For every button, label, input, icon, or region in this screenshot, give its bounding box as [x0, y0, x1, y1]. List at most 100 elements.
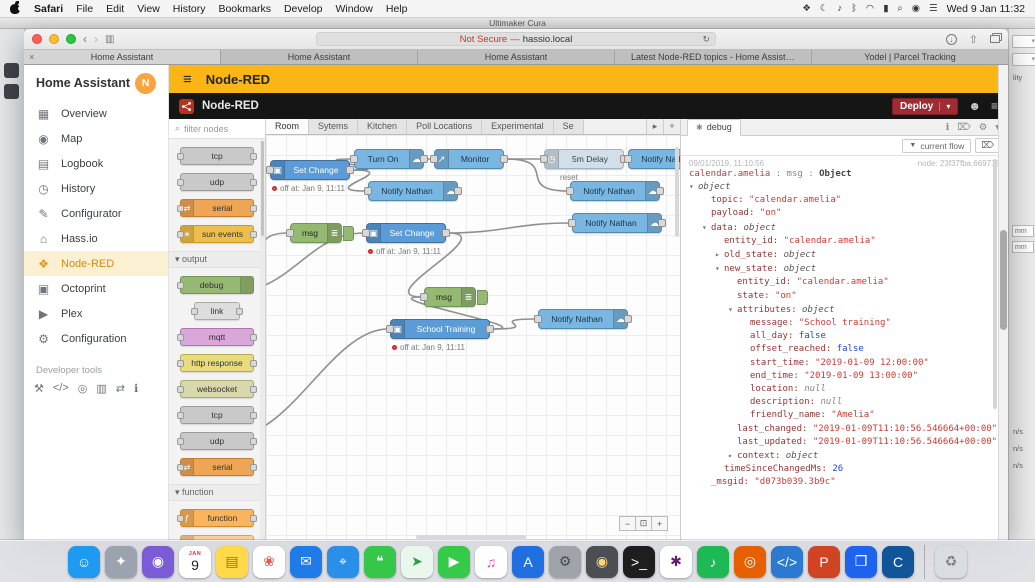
input-port[interactable] — [364, 187, 372, 195]
menu-file[interactable]: File — [76, 3, 93, 15]
tab-close-icon[interactable]: × — [29, 52, 34, 62]
cura-move-tool-icon[interactable] — [4, 63, 19, 78]
siri-icon[interactable]: ◉ — [912, 3, 920, 14]
dock-facetime[interactable]: ▶ — [438, 546, 470, 578]
dock-powerpoint[interactable]: P — [808, 546, 840, 578]
tab-debug[interactable]: ✱ debug — [687, 119, 741, 136]
palette-node-tcp[interactable]: tcp — [180, 406, 254, 424]
minimize-button[interactable] — [49, 34, 59, 44]
menu-view[interactable]: View — [137, 3, 160, 15]
flow-tab-kitchen[interactable]: Kitchen — [358, 119, 407, 134]
safari-tab[interactable]: Home Assistant — [221, 50, 418, 64]
input-port[interactable] — [386, 325, 394, 333]
nodered-menu-icon[interactable]: ≡ — [991, 99, 998, 113]
output-port[interactable] — [486, 325, 494, 333]
moon-icon[interactable]: ☾ — [820, 3, 829, 14]
debug-json-line[interactable]: entity_id: "calendar.amelia" — [681, 276, 1008, 289]
volume-icon[interactable]: ♪ — [837, 3, 842, 14]
flow-tab-se[interactable]: Se — [554, 119, 584, 134]
dock-photo-booth[interactable]: ◉ — [586, 546, 618, 578]
debug-json-line[interactable]: payload: "on" — [681, 207, 1008, 220]
menu-clock[interactable]: Wed 9 Jan 11:32 — [947, 3, 1025, 15]
palette-node-http-response[interactable]: http response — [180, 354, 254, 372]
forward-icon[interactable]: › — [94, 33, 98, 45]
output-port[interactable] — [442, 229, 450, 237]
flow-node-notify-nathan-3[interactable]: Notify Nathan☁ — [570, 181, 660, 201]
flow-node-notify-nathan-1[interactable]: Notify Nathan☁ — [628, 149, 680, 169]
sidebar-item-hass-io[interactable]: ⌂Hass.io — [24, 226, 168, 251]
debug-json-line[interactable]: timeSinceChangedMs: 26 — [681, 463, 1008, 476]
dev-mqtt-icon[interactable]: ⇄ — [116, 382, 125, 395]
safari-tab[interactable]: Yodel | Parcel Tracking — [812, 50, 1008, 64]
menu-develop[interactable]: Develop — [284, 3, 323, 15]
dev-info-icon[interactable]: ℹ — [134, 382, 138, 395]
flow-node-monitor[interactable]: Monitor↗ — [434, 149, 504, 169]
sidebar-toggle-icon[interactable]: ▥ — [105, 34, 114, 45]
cura-material-select[interactable] — [1012, 53, 1035, 66]
sidebar-item-logbook[interactable]: ▤Logbook — [24, 151, 168, 176]
palette-node-tcp[interactable]: tcp — [180, 147, 254, 165]
debug-json-line[interactable]: message: "School training" — [681, 317, 1008, 330]
panel-menu-icon[interactable]: ≡ — [183, 71, 192, 88]
sidebar-item-map[interactable]: ◉Map — [24, 126, 168, 151]
palette-scrollbar[interactable] — [260, 139, 265, 540]
user-icon[interactable]: ☻ — [968, 99, 981, 113]
deploy-button[interactable]: Deploy ▾ — [892, 98, 958, 115]
debug-json-line[interactable]: start_time: "2019-01-09 12:00:00" — [681, 357, 1008, 370]
tab-overview-icon[interactable] — [990, 35, 1000, 43]
input-port[interactable] — [286, 229, 294, 237]
sidebar-item-octoprint[interactable]: ▣Octoprint — [24, 276, 168, 301]
dock-siri[interactable]: ◉ — [142, 546, 174, 578]
output-port[interactable] — [500, 155, 508, 163]
sidebar-item-node-red[interactable]: ❖Node-RED — [24, 251, 168, 276]
input-port[interactable] — [624, 155, 632, 163]
expander-icon[interactable]: ▾ — [702, 221, 711, 234]
debug-json-line[interactable]: ▸old_state: object — [681, 248, 1008, 262]
debug-toggle[interactable] — [343, 226, 354, 241]
address-bar[interactable]: Not Secure — hassio.local ↻ — [316, 32, 716, 46]
expander-icon[interactable]: ▾ — [728, 303, 737, 316]
tab-scroll-right-icon[interactable]: ▸ — [646, 119, 663, 134]
expander-icon[interactable]: ▾ — [689, 180, 698, 193]
dock-finder[interactable]: ☺ — [68, 546, 100, 578]
dev-templates-icon[interactable]: ▥ — [96, 382, 106, 395]
expander-icon[interactable]: ▾ — [715, 262, 724, 275]
cura-mm-field-1[interactable]: mm — [1012, 225, 1034, 237]
sidebar-item-history[interactable]: ◷History — [24, 176, 168, 201]
wire[interactable] — [266, 233, 288, 285]
notification-center-icon[interactable]: ☰ — [929, 3, 938, 14]
cura-mm-field-2[interactable]: mm — [1012, 241, 1034, 253]
share-icon[interactable]: ⇧ — [969, 33, 978, 46]
dock-mail[interactable]: ✉ — [290, 546, 322, 578]
add-flow-icon[interactable]: + — [663, 119, 680, 134]
flow-node-set-change-2[interactable]: Set Change▣ — [366, 223, 446, 243]
flow-node-turn-on[interactable]: Turn On☁ — [354, 149, 424, 169]
input-port[interactable] — [534, 315, 542, 323]
menu-safari[interactable]: Safari — [34, 3, 63, 15]
bluetooth-icon[interactable]: ᛒ — [851, 3, 857, 14]
debug-json-line[interactable]: friendly_name: "Amelia" — [681, 409, 1008, 422]
debug-json-line[interactable]: entity_id: "calendar.amelia" — [681, 235, 1008, 248]
palette-node-serial[interactable]: serial⇄ — [180, 199, 254, 217]
expander-icon[interactable]: ▸ — [728, 449, 737, 462]
flow-tab-room[interactable]: Room — [266, 119, 309, 134]
debug-json-line[interactable]: ▾attributes: object — [681, 303, 1008, 317]
debug-clear-button[interactable]: ⌦ — [975, 138, 1000, 153]
dev-events-icon[interactable]: ◎ — [78, 382, 88, 395]
debug-json-line[interactable]: location: null — [681, 383, 1008, 396]
dock-calendar[interactable]: JAN9 — [179, 546, 211, 578]
dev-states-icon[interactable]: </> — [53, 382, 69, 395]
debug-settings-icon[interactable]: ⚙ — [979, 122, 988, 133]
debug-json-line[interactable]: last_updated: "2019-01-09T11:10:56.54666… — [681, 436, 1008, 449]
palette-node-mqtt[interactable]: mqtt — [180, 328, 254, 346]
dock-itunes[interactable]: ♫ — [475, 546, 507, 578]
dock-trash[interactable]: ♻ — [935, 546, 967, 578]
apple-menu-icon[interactable] — [10, 3, 21, 14]
flow-node-delay-5m[interactable]: 5m Delay◷ — [544, 149, 624, 169]
flow-tab-sytems[interactable]: Sytems — [309, 119, 358, 134]
output-port[interactable] — [656, 187, 664, 195]
palette-node-websocket[interactable]: websocket — [180, 380, 254, 398]
debug-json-line[interactable]: topic: "calendar.amelia" — [681, 194, 1008, 207]
input-port[interactable] — [420, 293, 428, 301]
debug-json-line[interactable]: state: "on" — [681, 290, 1008, 303]
